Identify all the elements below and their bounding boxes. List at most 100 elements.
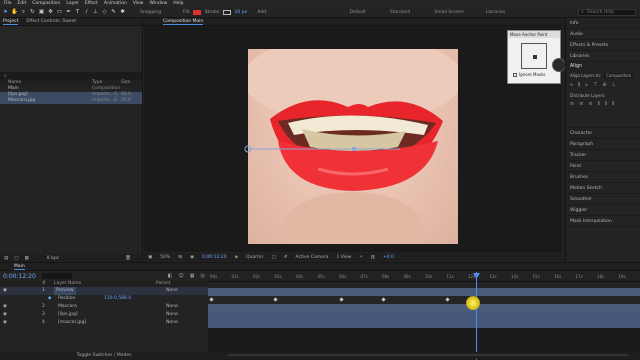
camera-tool-icon[interactable]: ▣ xyxy=(38,9,45,16)
layer-parent-dropdown[interactable]: None xyxy=(166,319,178,327)
align-bottom-icon[interactable]: ⊥ xyxy=(612,82,616,88)
tab-effect-controls[interactable]: Effect Controls: Sweet xyxy=(26,19,76,24)
pan-behind-tool-icon[interactable]: ✥ xyxy=(47,9,54,16)
workspace-default[interactable]: Default xyxy=(349,10,365,15)
puppet-tool-icon[interactable]: ✱ xyxy=(119,9,126,16)
visibility-eye-icon[interactable]: ◉ xyxy=(3,319,7,327)
layer-name[interactable]: [mascar.jpg] xyxy=(58,319,86,327)
panel-effects-presets[interactable]: Effects & Presets xyxy=(566,40,640,51)
keyframe[interactable] xyxy=(381,297,386,302)
playhead-line[interactable] xyxy=(476,272,477,360)
layer-bar-preview[interactable] xyxy=(208,288,640,296)
visibility-eye-icon[interactable]: ◉ xyxy=(3,287,7,295)
menu-animation[interactable]: Animation xyxy=(104,1,127,6)
align-left-icon[interactable]: ⫷ xyxy=(570,82,573,88)
align-right-icon[interactable]: ⫸ xyxy=(585,82,588,88)
menu-edit[interactable]: Edit xyxy=(18,1,27,6)
timeline-current-time[interactable]: 0:00:12:20 xyxy=(3,273,36,280)
layer-row[interactable]: ◉ 1 Preview None xyxy=(0,287,208,295)
tab-timeline-main[interactable]: Main xyxy=(14,264,25,270)
panel-tracker[interactable]: Tracker xyxy=(566,150,640,161)
tab-composition-main[interactable]: Composition Main xyxy=(163,19,204,25)
position-value[interactable]: 119.0,588.0 xyxy=(104,295,131,303)
project-item[interactable]: Mascara.jpg Importe...G 56.6 xyxy=(0,98,142,104)
fast-preview-icon[interactable]: ⚡ xyxy=(360,255,363,260)
visibility-eye-icon[interactable]: ◉ xyxy=(3,303,7,311)
timeline-search-input[interactable] xyxy=(41,273,72,279)
align-vcenter-icon[interactable]: ⊕ xyxy=(602,82,606,88)
hand-tool-icon[interactable]: ✋ xyxy=(11,9,18,16)
visibility-eye-icon[interactable]: ◉ xyxy=(3,311,7,319)
panel-character[interactable]: Character xyxy=(566,128,640,139)
column-size[interactable]: Size xyxy=(121,80,130,85)
menu-effect[interactable]: Effect xyxy=(85,1,98,6)
layer-name[interactable]: [lips.jpg] xyxy=(58,311,78,319)
distribute-top-icon[interactable]: ≡ xyxy=(570,101,574,107)
stroke-width-value[interactable]: 10 px xyxy=(235,10,248,15)
trash-icon[interactable]: 🗑 xyxy=(125,256,131,261)
ignore-masks-row[interactable]: Ignore Masks xyxy=(508,72,560,77)
align-hcenter-icon[interactable]: ⫼ xyxy=(578,82,580,88)
keyframe[interactable] xyxy=(339,297,344,302)
menu-layer[interactable]: Layer xyxy=(66,1,79,6)
motion-blur-icon[interactable]: ◎ xyxy=(200,273,204,279)
distribute-bottom-icon[interactable]: ≡ xyxy=(588,101,592,107)
type-tool-icon[interactable]: T xyxy=(74,9,81,16)
keyframe[interactable] xyxy=(273,297,278,302)
camera-icon[interactable]: ◈ xyxy=(235,255,238,260)
bpc-label[interactable]: 8 bpc xyxy=(47,256,59,261)
motion-path[interactable] xyxy=(240,144,420,154)
distribute-left-icon[interactable]: ⦀ xyxy=(598,101,600,107)
column-name[interactable]: Name xyxy=(8,80,21,85)
panel-motion-sketch[interactable]: Motion Sketch xyxy=(566,183,640,194)
timeline-track-area[interactable]: 00s 01s 02s 03s 04s 05s 06s 07s 08s 09s 10s 11s 12s 1… xyxy=(208,272,640,360)
hide-shy-icon[interactable]: ☺ xyxy=(179,273,184,279)
time-ruler[interactable]: 00s 01s 02s 03s 04s 05s 06s 07s 08s 09s 10s 11s 12s 1… xyxy=(208,272,640,282)
panel-mask-interpolation[interactable]: Mask Interpolation xyxy=(566,216,640,227)
layer-bar-mascar[interactable] xyxy=(208,320,640,328)
stroke-swatch[interactable] xyxy=(222,9,231,15)
column-type[interactable]: Type xyxy=(92,80,102,85)
layer-name[interactable]: Mascara xyxy=(58,303,77,311)
menu-file[interactable]: File xyxy=(4,1,12,6)
layer-bar-mascara[interactable] xyxy=(208,304,640,312)
magnification-icon[interactable]: ▣ xyxy=(148,255,152,260)
keyframe-nav-icon[interactable]: ◆ xyxy=(48,295,51,303)
ignore-masks-checkbox[interactable] xyxy=(513,72,517,77)
panel-info[interactable]: Info xyxy=(566,18,640,29)
anchor-grid[interactable] xyxy=(521,43,547,69)
distribute-right-icon[interactable]: ⦀ xyxy=(612,101,614,107)
layer-parent-dropdown[interactable]: None xyxy=(166,311,178,319)
brush-tool-icon[interactable]: ∕ xyxy=(83,9,90,16)
workspace-small-screen[interactable]: Small Screen xyxy=(434,10,463,15)
channel-icon[interactable]: ▥ xyxy=(371,255,375,260)
panel-audio[interactable]: Audio xyxy=(566,29,640,40)
frame-blending-icon[interactable]: ▦ xyxy=(190,273,195,279)
interpret-footage-icon[interactable]: ▤ xyxy=(4,256,8,261)
keyframe[interactable] xyxy=(209,297,214,302)
workspace-standard[interactable]: Standard xyxy=(390,10,410,15)
current-time-display[interactable]: 0:00:12:20 xyxy=(202,255,227,260)
menu-view[interactable]: View xyxy=(133,1,144,6)
layer-row[interactable]: ◉ 4 [mascar.jpg] None xyxy=(0,319,208,327)
rectangle-tool-icon[interactable]: ▭ xyxy=(56,9,63,16)
draft-3d-icon[interactable]: ◧ xyxy=(168,273,173,279)
panel-smoother[interactable]: Smoother xyxy=(566,194,640,205)
selection-tool-icon[interactable]: ➤ xyxy=(2,9,9,16)
project-search-input[interactable]: ⌕ xyxy=(0,72,142,80)
keyframe[interactable] xyxy=(445,297,450,302)
roi-icon[interactable]: ▢ xyxy=(271,255,275,260)
property-row[interactable]: ◆ Position 119.0,588.0 xyxy=(0,295,208,303)
clone-tool-icon[interactable]: ⊥ xyxy=(92,9,99,16)
snapping-checkbox[interactable]: Snapping xyxy=(140,10,161,15)
layer-parent-dropdown[interactable]: None xyxy=(166,287,178,295)
new-folder-icon[interactable]: ▢ xyxy=(14,256,18,261)
layer-parent-dropdown[interactable]: None xyxy=(166,303,178,311)
distribute-vcenter-icon[interactable]: ≡ xyxy=(579,101,583,107)
panel-libraries[interactable]: Libraries xyxy=(566,51,640,62)
tab-project[interactable]: Project xyxy=(3,19,19,25)
menu-composition[interactable]: Composition xyxy=(32,1,60,6)
align-top-icon[interactable]: ⊤ xyxy=(593,82,597,88)
new-composition-icon[interactable]: ▦ xyxy=(25,256,29,261)
resolution-icon[interactable]: ⊞ xyxy=(178,255,182,260)
